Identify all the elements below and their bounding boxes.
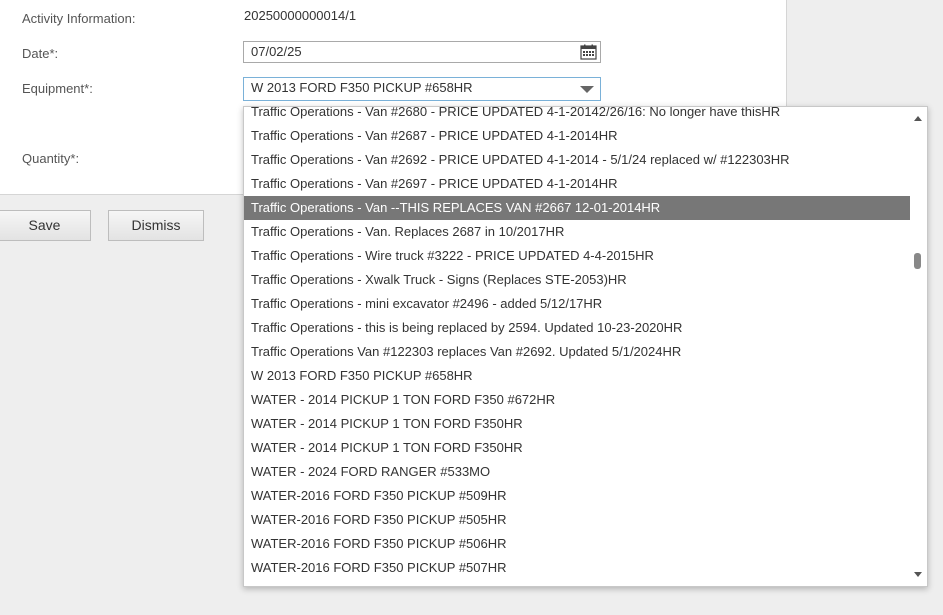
dropdown-option[interactable]: WATER-2016 FORD F350 PICKUP #505HR [244, 508, 912, 532]
dropdown-option[interactable]: WATER-2016 FORD F350 PICKUP #507HR [244, 556, 912, 580]
save-button[interactable]: Save [0, 210, 91, 241]
equipment-dropdown-list[interactable]: Traffic Operations - Van #2680 - PRICE U… [243, 106, 928, 587]
dropdown-option[interactable]: Traffic Operations Van #122303 replaces … [244, 340, 912, 364]
dropdown-option[interactable]: WATER - 2014 PICKUP 1 TON FORD F350HR [244, 436, 912, 460]
dropdown-option[interactable]: WATER-2016 FORD F350 PICKUP #509HR [244, 484, 912, 508]
activity-value: 20250000000014/1 [244, 8, 357, 23]
dropdown-option[interactable]: WATER-2016 FORD F350 PICKUP #508HR [244, 580, 912, 586]
dropdown-option[interactable]: Traffic Operations - mini excavator #249… [244, 292, 912, 316]
calendar-icon[interactable] [580, 44, 597, 60]
date-label: Date*: [22, 46, 59, 61]
chevron-down-icon[interactable] [580, 86, 594, 93]
dropdown-option[interactable]: WATER - 2014 PICKUP 1 TON FORD F350 #672… [244, 388, 912, 412]
scrollbar-thumb[interactable] [914, 253, 921, 269]
dropdown-option[interactable]: WATER-2016 FORD F350 PICKUP #506HR [244, 532, 912, 556]
quantity-label: Quantity*: [22, 151, 80, 166]
equipment-label: Equipment*: [22, 81, 93, 96]
dropdown-option[interactable]: Traffic Operations - Wire truck #3222 - … [244, 244, 912, 268]
dropdown-option[interactable]: W 2013 FORD F350 PICKUP #658HR [244, 364, 912, 388]
dropdown-option[interactable]: WATER - 2024 FORD RANGER #533MO [244, 460, 912, 484]
activity-label: Activity Information: [22, 11, 136, 26]
equipment-select[interactable]: W 2013 FORD F350 PICKUP #658HR [243, 77, 601, 101]
dropdown-option[interactable]: Traffic Operations - Van #2692 - PRICE U… [244, 148, 912, 172]
dropdown-scrollbar[interactable] [910, 107, 927, 586]
dropdown-option[interactable]: Traffic Operations - Van #2687 - PRICE U… [244, 124, 912, 148]
dropdown-option[interactable]: Traffic Operations - Van #2680 - PRICE U… [244, 107, 912, 124]
dropdown-option[interactable]: Traffic Operations - this is being repla… [244, 316, 912, 340]
dropdown-option[interactable]: Traffic Operations - Van. Replaces 2687 … [244, 220, 912, 244]
scroll-down-arrow-icon[interactable] [914, 572, 922, 577]
date-field[interactable]: 07/02/25 [243, 41, 601, 63]
dropdown-option[interactable]: Traffic Operations - Van #2697 - PRICE U… [244, 172, 912, 196]
dropdown-option[interactable]: WATER - 2014 PICKUP 1 TON FORD F350HR [244, 412, 912, 436]
dropdown-option[interactable]: Traffic Operations - Van --THIS REPLACES… [244, 196, 912, 220]
dropdown-option[interactable]: Traffic Operations - Xwalk Truck - Signs… [244, 268, 912, 292]
equipment-value: W 2013 FORD F350 PICKUP #658HR [251, 80, 473, 95]
date-value: 07/02/25 [251, 44, 302, 59]
scroll-up-arrow-icon[interactable] [914, 116, 922, 121]
dismiss-button[interactable]: Dismiss [108, 210, 204, 241]
dropdown-options: Traffic Operations - Van #2680 - PRICE U… [244, 107, 912, 586]
